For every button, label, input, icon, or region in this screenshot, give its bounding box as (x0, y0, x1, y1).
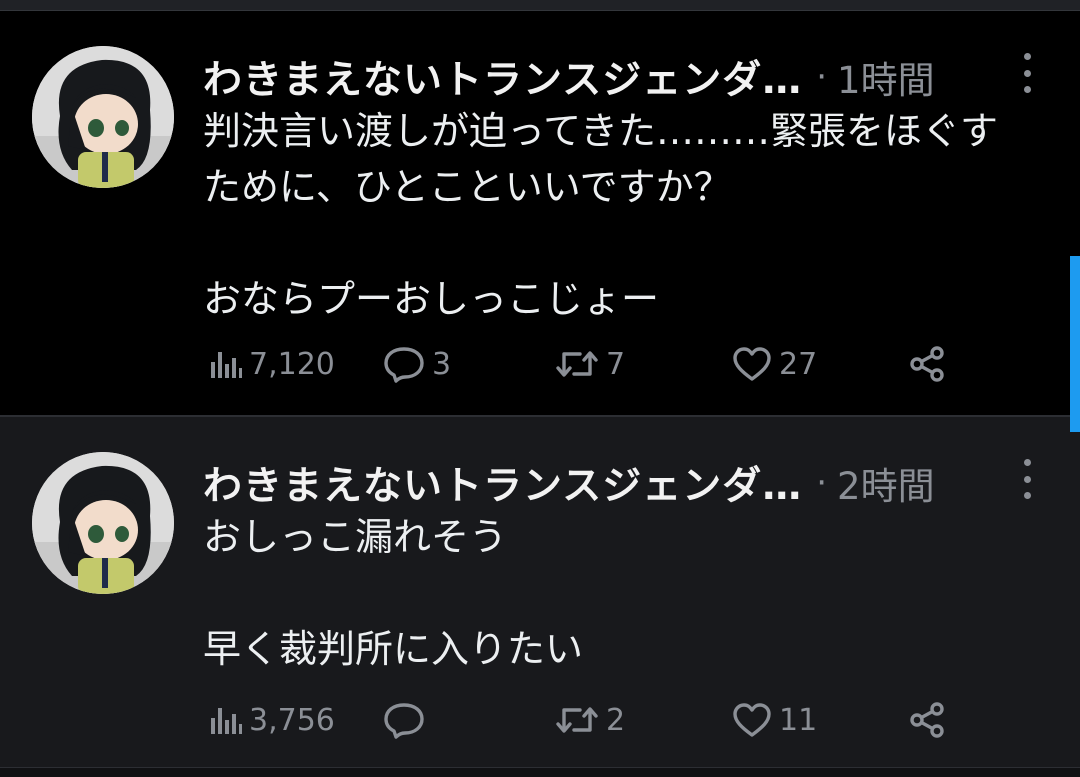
tweet-line: ために、ひとこといいですか？ (203, 165, 732, 209)
more-options-button[interactable] (1022, 459, 1032, 499)
like-count: 27 (779, 346, 818, 382)
action-bar: 3,756 2 11 (207, 695, 967, 745)
status-strip (0, 0, 1080, 11)
avatar[interactable] (32, 46, 174, 188)
vertical-dots-icon (1023, 86, 1031, 93)
like-button[interactable]: 11 (731, 695, 817, 745)
reply-button[interactable] (382, 695, 432, 745)
tweet-header: わきまえないトランスジェンダ… · 2時間 (203, 453, 935, 513)
share-icon (910, 346, 944, 382)
views-count: 3,756 (249, 702, 335, 738)
vertical-dots-icon (1023, 492, 1031, 499)
like-count: 11 (779, 702, 818, 738)
heart-icon (733, 347, 771, 381)
vertical-dots-icon (1023, 475, 1031, 483)
action-bar: 7,120 3 7 27 (207, 339, 967, 389)
views-button[interactable]: 7,120 (207, 339, 335, 389)
bar-chart-icon (211, 708, 242, 734)
scroll-indicator[interactable] (1070, 256, 1080, 432)
author-name[interactable]: わきまえないトランスジェンダ… (203, 455, 802, 511)
reply-count: 3 (432, 346, 452, 382)
avatar-figure-image (32, 46, 174, 188)
retweet-icon (556, 707, 598, 733)
retweet-button[interactable]: 2 (554, 695, 625, 745)
tweet-line: 早く裁判所に入りたい (203, 627, 584, 671)
vertical-dots-icon (1023, 53, 1031, 60)
views-count: 7,120 (249, 346, 335, 382)
vertical-dots-icon (1023, 69, 1031, 77)
tweet-text: おしっこ漏れそう 早く裁判所に入りたい (203, 509, 1053, 677)
retweet-button[interactable]: 7 (554, 339, 625, 389)
vertical-dots-icon (1023, 459, 1031, 466)
tweet-header: わきまえないトランスジェンダ… · 1時間 (203, 47, 935, 107)
tweet-line: おならプーおしっこじょー (203, 277, 660, 321)
author-name[interactable]: わきまえないトランスジェンダ… (203, 49, 802, 105)
speech-bubble-icon (384, 347, 424, 383)
tweet-line: おしっこ漏れそう (203, 515, 508, 559)
timestamp[interactable]: 1時間 (837, 50, 935, 104)
share-button[interactable] (907, 695, 947, 745)
more-options-button[interactable] (1022, 53, 1032, 93)
tweet-line: 判決言い渡しが迫ってきた………緊張をほぐす (203, 109, 998, 153)
separator-dot: · (816, 57, 828, 97)
share-button[interactable] (907, 339, 947, 389)
speech-bubble-icon (384, 703, 424, 739)
tweet[interactable]: わきまえないトランスジェンダ… · 1時間 判決言い渡しが迫ってきた………緊張を… (0, 11, 1080, 415)
retweet-count: 2 (606, 702, 626, 738)
separator-dot: · (816, 463, 828, 503)
reply-button[interactable]: 3 (382, 339, 451, 389)
avatar-figure-image (32, 452, 174, 594)
heart-icon (733, 703, 771, 737)
share-icon (910, 702, 944, 738)
timestamp[interactable]: 2時間 (837, 456, 935, 510)
tweet[interactable]: わきまえないトランスジェンダ… · 2時間 おしっこ漏れそう 早く裁判所に入りた… (0, 417, 1080, 767)
retweet-icon (556, 351, 598, 377)
retweet-count: 7 (606, 346, 626, 382)
avatar[interactable] (32, 452, 174, 594)
like-button[interactable]: 27 (731, 339, 817, 389)
views-button[interactable]: 3,756 (207, 695, 335, 745)
tweet-text: 判決言い渡しが迫ってきた………緊張をほぐす ために、ひとこといいですか？ おなら… (203, 103, 1053, 327)
bar-chart-icon (211, 352, 242, 378)
